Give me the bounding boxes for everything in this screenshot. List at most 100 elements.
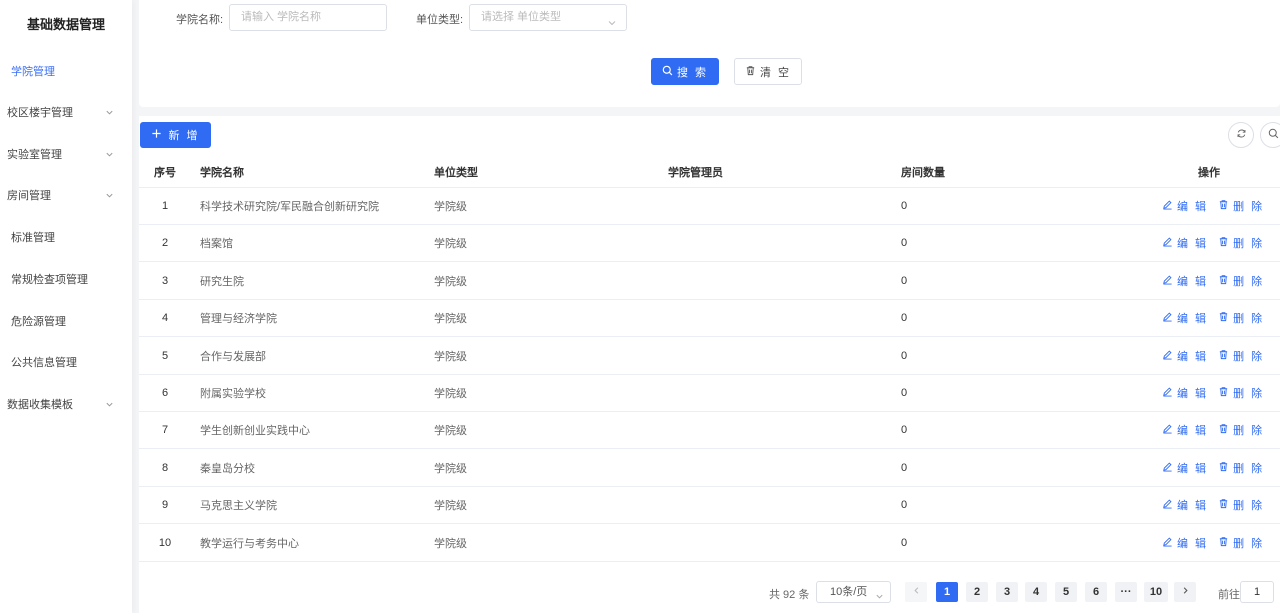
- clear-button-label: 清 空: [759, 66, 792, 79]
- delete-button[interactable]: 删 除: [1218, 235, 1264, 251]
- row-college-name: 马克思主义学院: [200, 500, 277, 513]
- edit-label: 编 辑: [1177, 201, 1209, 213]
- college-name-input[interactable]: 请输入 学院名称: [229, 4, 387, 31]
- college-name-placeholder: 请输入 学院名称: [241, 11, 322, 23]
- unit-type-select[interactable]: 请选择 单位类型: [469, 4, 627, 31]
- edit-button[interactable]: 编 辑: [1162, 460, 1208, 476]
- row-college-name: 合作与发展部: [200, 350, 266, 363]
- page-size-select[interactable]: 10条/页: [816, 581, 891, 603]
- delete-label: 删 除: [1233, 238, 1265, 251]
- sidebar-item[interactable]: 危险源管理: [0, 301, 132, 341]
- row-room-count: 0: [901, 237, 908, 250]
- sidebar-item-label: 学院管理: [11, 66, 55, 78]
- edit-label: 编 辑: [1177, 500, 1209, 513]
- edit-button[interactable]: 编 辑: [1162, 385, 1208, 401]
- edit-button[interactable]: 编 辑: [1162, 310, 1208, 326]
- row-index: 1: [161, 200, 169, 212]
- add-button[interactable]: 新 增: [140, 122, 211, 148]
- chevron-down-icon: [104, 399, 114, 409]
- trash-icon: [1218, 274, 1229, 288]
- row-unit-type: 学院级: [434, 500, 467, 513]
- prev-page-button[interactable]: [905, 582, 927, 602]
- row-college-name: 研究生院: [200, 275, 244, 288]
- sidebar-item[interactable]: 数据收集模板: [0, 384, 132, 424]
- clear-button[interactable]: 清 空: [734, 58, 802, 85]
- search-button[interactable]: 搜 索: [651, 58, 719, 85]
- chevron-left-icon: [912, 586, 921, 598]
- search-button-label: 搜 索: [676, 66, 709, 79]
- delete-button[interactable]: 删 除: [1218, 198, 1264, 214]
- page-number-button[interactable]: 4: [1025, 582, 1047, 602]
- pagination-ellipsis[interactable]: ···: [1115, 582, 1137, 602]
- edit-button[interactable]: 编 辑: [1162, 535, 1208, 551]
- row-unit-type: 学院级: [434, 275, 467, 288]
- delete-label: 删 除: [1233, 388, 1265, 400]
- row-actions: 编 辑删 除: [1162, 188, 1264, 224]
- edit-button[interactable]: 编 辑: [1162, 198, 1208, 214]
- page-number-button[interactable]: 10: [1144, 582, 1168, 602]
- delete-button[interactable]: 删 除: [1218, 385, 1264, 401]
- edit-icon: [1162, 498, 1173, 512]
- edit-button[interactable]: 编 辑: [1162, 348, 1208, 364]
- row-room-count: 0: [901, 387, 908, 399]
- sidebar-item[interactable]: 学院管理: [0, 51, 132, 91]
- delete-button[interactable]: 删 除: [1218, 497, 1264, 513]
- sidebar-item[interactable]: 校区楼宇管理: [0, 92, 132, 132]
- pagination-total: 共 92 条: [769, 589, 810, 601]
- sidebar-item[interactable]: 常规检查项管理: [0, 259, 132, 299]
- goto-page-input[interactable]: 1: [1240, 581, 1274, 603]
- trash-icon: [1218, 386, 1229, 400]
- row-unit-type: 学院级: [434, 350, 467, 363]
- col-header-college-admin: 学院管理员: [668, 166, 723, 179]
- trash-icon: [1218, 311, 1229, 325]
- row-college-name: 附属实验学校: [200, 388, 266, 400]
- next-page-button[interactable]: [1174, 582, 1196, 602]
- edit-button[interactable]: 编 辑: [1162, 497, 1208, 513]
- sidebar-item[interactable]: 公共信息管理: [0, 342, 132, 382]
- col-header-college-name: 学院名称: [200, 166, 244, 179]
- row-unit-type: 学院级: [434, 537, 467, 550]
- page-number-button[interactable]: 6: [1085, 582, 1107, 602]
- delete-button[interactable]: 删 除: [1218, 535, 1264, 551]
- table-row: 8 秦皇岛分校 学院级 0 编 辑 删 除: [139, 450, 1280, 487]
- edit-label: 编 辑: [1177, 313, 1209, 326]
- delete-button[interactable]: 删 除: [1218, 460, 1264, 476]
- table-row: 6 附属实验学校 学院级 0 编 辑 删 除: [139, 375, 1280, 412]
- delete-button[interactable]: 删 除: [1218, 310, 1264, 326]
- row-actions: 编 辑删 除: [1162, 412, 1264, 448]
- row-unit-type: 学院级: [434, 388, 467, 400]
- page-number-button[interactable]: 5: [1055, 582, 1077, 602]
- col-header-room-count: 房间数量: [901, 166, 945, 179]
- delete-button[interactable]: 删 除: [1218, 422, 1264, 438]
- refresh-button[interactable]: [1228, 122, 1254, 148]
- delete-button[interactable]: 删 除: [1218, 348, 1264, 364]
- chevron-right-icon: [1181, 586, 1190, 598]
- goto-label: 前往: [1218, 589, 1240, 601]
- row-index: 8: [161, 461, 169, 474]
- chevron-down-icon: [104, 149, 114, 159]
- sidebar-item[interactable]: 标准管理: [0, 217, 132, 257]
- page-number-button[interactable]: 1: [936, 582, 958, 602]
- page-size-value: 10条/页: [830, 586, 868, 598]
- delete-button[interactable]: 删 除: [1218, 273, 1264, 289]
- edit-label: 编 辑: [1177, 425, 1209, 438]
- edit-button[interactable]: 编 辑: [1162, 422, 1208, 438]
- sidebar-item[interactable]: 房间管理: [0, 175, 132, 215]
- trash-icon: [1218, 423, 1229, 437]
- row-unit-type: 学院级: [434, 425, 467, 438]
- page-number-button[interactable]: 2: [966, 582, 988, 602]
- search-toggle-button[interactable]: [1260, 122, 1280, 148]
- table-row: 10 教学运行与考务中心 学院级 0 编 辑 删 除: [139, 525, 1280, 562]
- table-row: 5 合作与发展部 学院级 0 编 辑 删 除: [139, 338, 1280, 375]
- sidebar-item[interactable]: 实验室管理: [0, 134, 132, 174]
- table-row: 3 研究生院 学院级 0 编 辑 删 除: [139, 263, 1280, 300]
- edit-label: 编 辑: [1177, 350, 1209, 363]
- table-row: 2 档案馆 学院级 0 编 辑 删 除: [139, 225, 1280, 263]
- page-number-button[interactable]: 3: [996, 582, 1018, 602]
- edit-icon: [1162, 536, 1173, 550]
- edit-button[interactable]: 编 辑: [1162, 235, 1208, 251]
- edit-button[interactable]: 编 辑: [1162, 273, 1208, 289]
- chevron-down-icon: [875, 588, 884, 608]
- row-actions: 编 辑删 除: [1162, 300, 1264, 336]
- row-room-count: 0: [901, 461, 908, 474]
